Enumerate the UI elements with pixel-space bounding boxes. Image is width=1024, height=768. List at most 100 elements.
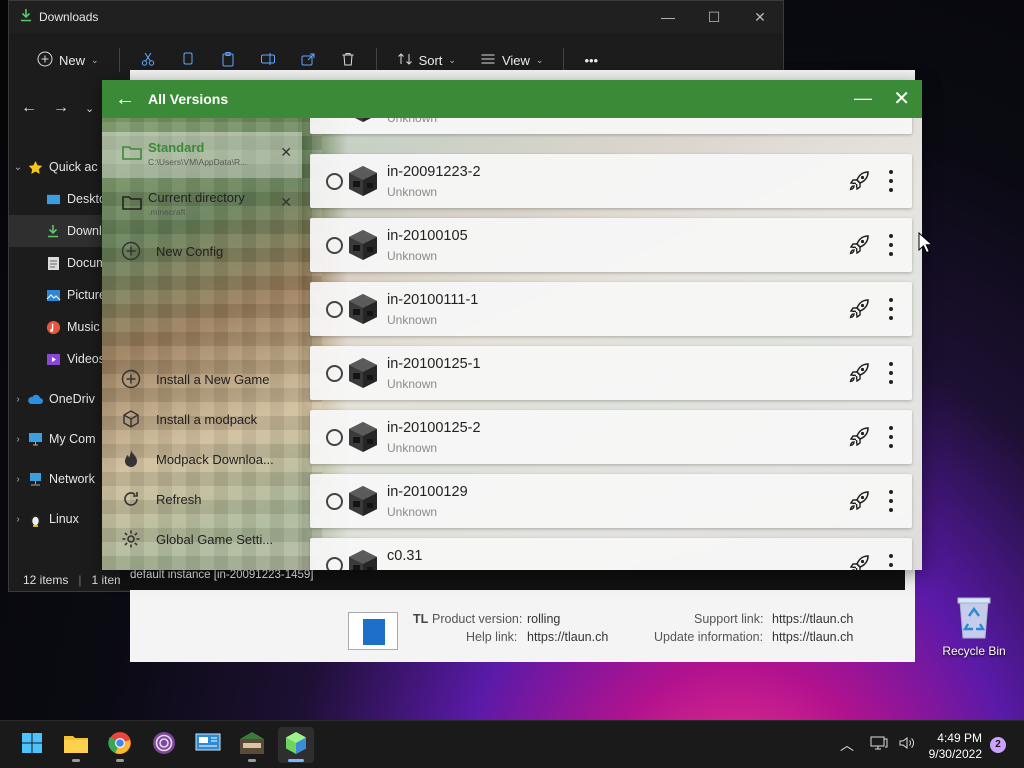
install-new-game-button[interactable]: Install a New Game xyxy=(120,367,269,391)
close-button[interactable]: ✕ xyxy=(893,86,910,111)
more-vertical-icon[interactable] xyxy=(888,170,894,192)
scissors-icon xyxy=(140,51,156,70)
volume-icon[interactable] xyxy=(898,735,916,756)
version-name: c0.31 xyxy=(387,548,423,564)
version-card[interactable]: in-20100129 Unknown xyxy=(310,474,912,528)
version-radio[interactable] xyxy=(326,493,343,510)
rocket-launch-icon[interactable] xyxy=(848,298,870,320)
forward-arrow-icon[interactable]: → xyxy=(53,99,69,117)
install-modpack-button[interactable]: Install a modpack xyxy=(120,407,257,431)
rocket-launch-icon[interactable] xyxy=(848,362,870,384)
remove-config-icon[interactable]: ✕ xyxy=(280,194,292,211)
system-tray: ︿ xyxy=(840,721,916,768)
control-panel-icon xyxy=(195,732,221,759)
chevron-right-icon[interactable]: › xyxy=(9,514,27,525)
version-card[interactable]: in-20100111-1 Unknown xyxy=(310,282,912,336)
picture-icon xyxy=(45,287,61,303)
folder-icon xyxy=(63,732,89,759)
version-radio[interactable] xyxy=(326,557,343,570)
modpack-download-button[interactable]: Modpack Downloa... xyxy=(120,447,274,471)
sidebar-item-label: Docum xyxy=(67,256,107,270)
config-item-current-directory[interactable]: Current directory .minecraft ✕ xyxy=(102,182,302,228)
more-vertical-icon[interactable] xyxy=(888,554,894,570)
more-vertical-icon[interactable] xyxy=(888,234,894,256)
product-label: TL xyxy=(413,612,429,626)
version-radio[interactable] xyxy=(326,301,343,318)
minimize-button[interactable]: — xyxy=(854,88,872,109)
version-status: Unknown xyxy=(387,249,438,263)
config-name: Standard xyxy=(148,140,205,155)
version-radio[interactable] xyxy=(326,173,343,190)
close-button[interactable]: ✕ xyxy=(737,1,783,33)
plus-circle-icon xyxy=(120,368,142,390)
chevron-down-icon[interactable]: ⌄ xyxy=(85,99,94,117)
help-link-value[interactable]: https://tlaun.ch xyxy=(527,630,608,644)
taskbar-tor-browser[interactable] xyxy=(146,727,182,763)
global-game-settings-button[interactable]: Global Game Setti... xyxy=(120,527,273,551)
help-link-key: Help link: xyxy=(466,630,518,644)
version-radio[interactable] xyxy=(326,237,343,254)
config-item-standard[interactable]: Standard C:\Users\VM\AppData\R... ✕ xyxy=(102,132,302,178)
more-vertical-icon[interactable] xyxy=(888,490,894,512)
chevron-right-icon[interactable]: › xyxy=(9,394,27,405)
version-card[interactable]: c0.31 xyxy=(310,538,912,570)
maximize-button[interactable]: ☐ xyxy=(691,1,737,33)
chevron-down-icon: ⌄ xyxy=(535,54,544,65)
start-button[interactable] xyxy=(14,727,50,763)
new-button[interactable]: New ⌄ xyxy=(27,44,109,76)
taskbar-retro-game[interactable] xyxy=(234,727,270,763)
taskbar-file-explorer[interactable] xyxy=(58,727,94,763)
share-icon xyxy=(300,51,316,70)
rocket-launch-icon[interactable] xyxy=(848,234,870,256)
clock-date: 9/30/2022 xyxy=(928,747,982,761)
more-vertical-icon[interactable] xyxy=(888,362,894,384)
product-version-value: rolling xyxy=(527,612,561,626)
config-path: .minecraft xyxy=(148,207,186,217)
network-icon[interactable] xyxy=(870,735,888,756)
version-name: in-20100111-1 xyxy=(387,292,479,308)
refresh-button[interactable]: Refresh xyxy=(120,487,202,511)
rocket-launch-icon[interactable] xyxy=(848,490,870,512)
version-card[interactable]: in-20100125-1 Unknown xyxy=(310,346,912,400)
minimize-button[interactable]: — xyxy=(645,1,691,33)
support-link-key: Support link: xyxy=(694,612,764,626)
version-status: Unknown xyxy=(387,441,438,455)
furnace-block-icon xyxy=(348,293,378,325)
taskbar-clock[interactable]: 4:49 PM 9/30/2022 xyxy=(929,730,982,762)
rocket-launch-icon[interactable] xyxy=(848,426,870,448)
chevron-right-icon[interactable]: › xyxy=(9,434,27,445)
version-status: Unknown xyxy=(387,313,438,327)
back-arrow-icon[interactable]: ← xyxy=(21,99,37,117)
more-vertical-icon[interactable] xyxy=(888,298,894,320)
support-link-value[interactable]: https://tlaun.ch xyxy=(772,612,853,626)
notification-badge[interactable]: 2 xyxy=(990,737,1006,753)
update-info-value[interactable]: https://tlaun.ch xyxy=(772,630,853,644)
taskbar-control-panel[interactable] xyxy=(190,727,226,763)
rocket-launch-icon[interactable] xyxy=(848,170,870,192)
version-name: in-20091223-2 xyxy=(387,164,481,180)
taskbar-chrome[interactable] xyxy=(102,727,138,763)
new-config-button[interactable]: New Config xyxy=(120,239,223,263)
version-radio[interactable] xyxy=(326,429,343,446)
chevron-right-icon[interactable]: › xyxy=(9,474,27,485)
launcher-info-panel: TL Product version: rolling Help link: h… xyxy=(130,600,915,662)
back-arrow-icon[interactable]: ← xyxy=(102,88,148,111)
more-vertical-icon[interactable] xyxy=(888,426,894,448)
taskbar-launcher[interactable] xyxy=(278,727,314,763)
dialog-title: All Versions xyxy=(148,91,229,107)
retro-game-icon xyxy=(239,731,265,760)
download-icon xyxy=(19,8,33,27)
recycle-bin[interactable]: Recycle Bin xyxy=(938,594,1010,658)
chevron-up-icon[interactable]: ︿ xyxy=(840,735,854,755)
sidebar-item-label: Videos xyxy=(67,352,105,366)
version-status: Unknown xyxy=(387,185,438,199)
fire-icon xyxy=(120,448,142,470)
rocket-launch-icon[interactable] xyxy=(848,554,870,570)
remove-config-icon[interactable]: ✕ xyxy=(280,144,292,161)
version-radio[interactable] xyxy=(326,365,343,382)
version-card[interactable]: in-20100105 Unknown xyxy=(310,218,912,272)
version-card[interactable]: in-20100125-2 Unknown xyxy=(310,410,912,464)
version-card[interactable]: in-20091223-2 Unknown xyxy=(310,154,912,208)
gear-icon xyxy=(120,528,142,550)
chevron-down-icon[interactable]: ⌄ xyxy=(9,162,27,173)
